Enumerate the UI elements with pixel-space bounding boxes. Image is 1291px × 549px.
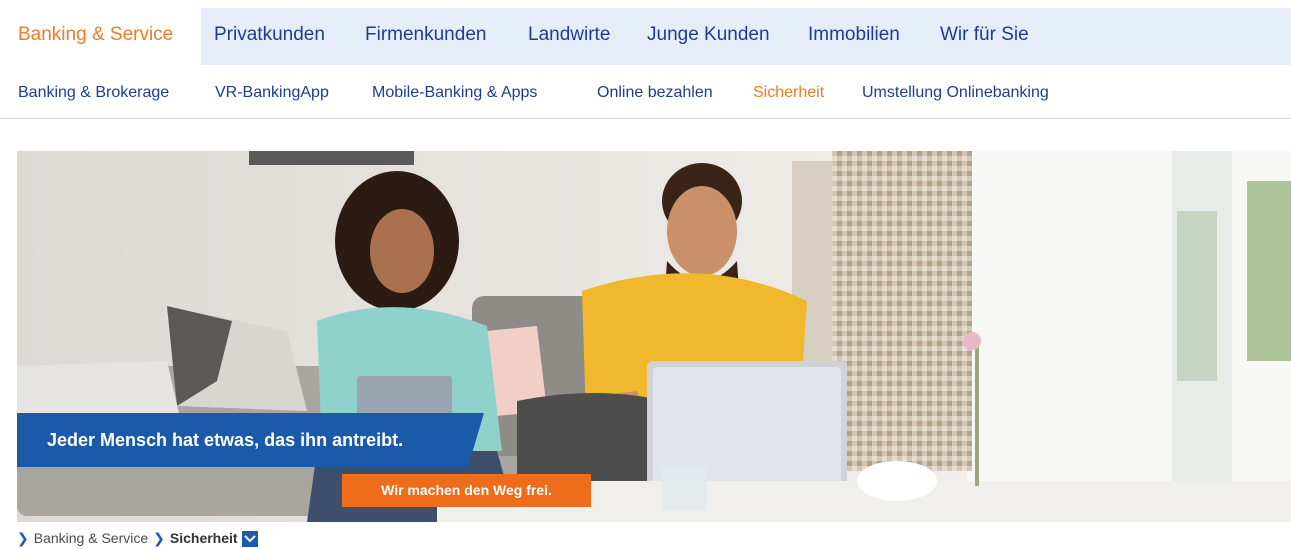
primary-navigation: Banking & Service Privatkunden Firmenkun…	[8, 8, 1291, 65]
nav-tab-banking-service[interactable]: Banking & Service	[8, 8, 184, 65]
chevron-down-icon[interactable]	[241, 530, 258, 547]
chevron-right-icon: ❯	[153, 529, 165, 546]
secondary-navigation: Banking & Brokerage VR-BankingApp Mobile…	[0, 65, 1291, 119]
breadcrumb-item-current: Sicherheit	[169, 530, 238, 546]
nav-tab-wir-fuer-sie[interactable]: Wir für Sie	[940, 8, 1029, 65]
hero-claim: Jeder Mensch hat etwas, das ihn antreibt…	[17, 413, 484, 467]
chevron-right-icon: ❯	[17, 529, 29, 546]
breadcrumb-item-banking-service[interactable]: Banking & Service	[34, 530, 148, 546]
breadcrumb: ❯ Banking & Service ❯ Sicherheit	[17, 528, 258, 548]
nav-tab-firmenkunden[interactable]: Firmenkunden	[365, 8, 486, 65]
nav-tab-junge-kunden[interactable]: Junge Kunden	[647, 8, 770, 65]
nav-tab-immobilien[interactable]: Immobilien	[808, 8, 900, 65]
subnav-mobile-banking-apps[interactable]: Mobile-Banking & Apps	[372, 65, 537, 121]
subnav-online-bezahlen[interactable]: Online bezahlen	[597, 65, 713, 121]
subnav-banking-brokerage[interactable]: Banking & Brokerage	[18, 65, 169, 121]
nav-tab-privatkunden[interactable]: Privatkunden	[214, 8, 325, 65]
subnav-vr-bankingapp[interactable]: VR-BankingApp	[215, 65, 329, 121]
hero-banner: Jeder Mensch hat etwas, das ihn antreibt…	[17, 151, 1291, 522]
subnav-umstellung-onlinebanking[interactable]: Umstellung Onlinebanking	[862, 65, 1049, 121]
nav-tab-landwirte[interactable]: Landwirte	[528, 8, 610, 65]
subnav-sicherheit[interactable]: Sicherheit	[753, 65, 824, 121]
hero-slogan-badge: Wir machen den Weg frei.	[342, 474, 591, 507]
